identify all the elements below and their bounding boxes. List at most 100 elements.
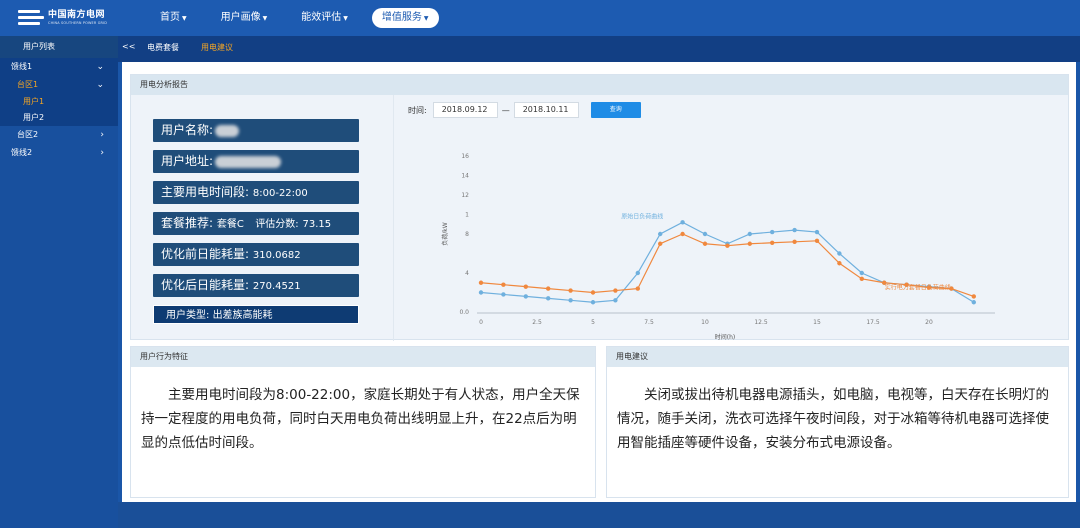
advice-text: 关闭或拔出待机电器电源插头，如电脑，电视等，白天存在长明灯的情况，随手关闭，洗衣… <box>617 387 1049 451</box>
usage-period-row: 主要用电时间段: 8:00-22:00 <box>153 181 359 204</box>
original-load-series-point <box>658 231 663 237</box>
applied-package-load-series-point <box>859 276 864 282</box>
top-nav-bar: 中国南方电网 CHINA SOUTHERN POWER GRID 首页 ▼ 用户画… <box>0 0 1080 36</box>
collapse-sidebar-button[interactable]: << <box>122 36 135 58</box>
original-series-label: 原始日负荷曲线 <box>621 212 663 220</box>
y-tick-label: 0.0 <box>459 309 469 316</box>
applied-package-load-series-point <box>635 286 640 291</box>
sidebar-item-feeder1[interactable]: 馈线1 ⌄ <box>0 58 118 76</box>
y-axis-title: 负荷/kW <box>441 222 449 245</box>
user-type-label: 用户类型: <box>166 310 210 321</box>
date-from-input[interactable]: 2018.09.12 <box>432 102 498 118</box>
applied-package-load-series-point <box>501 282 506 287</box>
sidebar-item-area1[interactable]: 台区1 ⌄ <box>0 76 118 94</box>
original-load-series-point <box>680 220 685 225</box>
applied-package-load-series-point <box>658 241 663 246</box>
logo[interactable]: 中国南方电网 CHINA SOUTHERN POWER GRID <box>18 7 113 29</box>
nav-home[interactable]: 首页 ▼ <box>150 8 197 28</box>
applied-package-load-series-point <box>546 286 551 291</box>
energy-before-value: 310.0682 <box>252 250 301 261</box>
original-load-series-point <box>478 290 484 295</box>
original-load-series-point <box>635 270 640 276</box>
behavior-title: 用户行为特征 <box>131 347 595 367</box>
energy-after-row: 优化后日能耗量: 270.4521 <box>153 274 359 297</box>
sidebar-item-label: 馈线1 <box>11 62 33 71</box>
advice-title: 用电建议 <box>607 347 1068 367</box>
sidebar-item-label: 台区2 <box>17 130 39 139</box>
energy-after-label: 优化后日能耗量: <box>161 278 250 292</box>
user-address-row: 用户地址: <box>153 150 359 173</box>
behavior-text: 主要用电时间段为8:00-22:00，家庭长期处于有人状态，用户全天保持一定程度… <box>141 387 580 451</box>
sidebar-item-feeder2[interactable]: 馈线2 › <box>0 144 118 162</box>
energy-before-label: 优化前日能耗量: <box>161 247 250 261</box>
x-tick-label: 0 <box>479 319 483 326</box>
sidebar-item-user2[interactable]: 用户2 <box>0 110 118 126</box>
original-load-series-point <box>568 298 573 303</box>
y-tick-label: 8 <box>465 231 469 238</box>
original-load-series-point <box>747 231 752 237</box>
usage-period-label: 主要用电时间段: <box>161 185 250 199</box>
range-dash: — <box>501 105 510 115</box>
applied-series-label: 实行电力套餐日负荷曲线 <box>885 284 951 292</box>
x-tick-label: 7.5 <box>644 319 654 326</box>
y-tick-label: 14 <box>461 173 469 180</box>
nav-user-profile-label: 用户画像 <box>220 12 261 23</box>
x-axis-title: 时间(h) <box>715 333 736 341</box>
package-label: 套餐推荐: <box>161 216 214 230</box>
original-load-series-point <box>814 229 820 235</box>
user-name-row: 用户名称: <box>153 119 359 142</box>
sidebar-item-label: 用户1 <box>23 97 45 106</box>
applied-package-load-series-point <box>792 239 797 244</box>
panel-divider <box>393 95 394 341</box>
sidebar: 用户列表 馈线1 ⌄ 台区1 ⌄ 用户1 用户2 台区2 › 馈线2 › <box>0 36 118 528</box>
applied-package-load-series-point <box>613 288 618 293</box>
tabs-bar: << 电费套餐 用电建议 <box>118 36 1080 62</box>
original-load-series-point <box>501 292 506 297</box>
advice-panel: 用电建议 关闭或拔出待机电器电源插头，如电脑，电视等，白天存在长明灯的情况，随手… <box>606 346 1069 498</box>
original-load-series-point <box>792 227 797 233</box>
caret-down-icon: ▼ <box>262 15 268 22</box>
user-type-row: 用户类型: 出差族高能耗 <box>153 305 359 324</box>
logo-subtitle: CHINA SOUTHERN POWER GRID <box>48 20 108 25</box>
date-to-input[interactable]: 2018.10.11 <box>513 102 579 118</box>
chevron-down-icon: ⌄ <box>96 80 104 90</box>
x-tick-label: 15 <box>813 319 821 326</box>
redacted-name <box>215 124 240 137</box>
sidebar-item-user1[interactable]: 用户1 <box>0 94 118 110</box>
sidebar-item-area2[interactable]: 台区2 › <box>0 126 118 144</box>
tab-electricity-package[interactable]: 电费套餐 <box>147 36 179 60</box>
query-button[interactable]: 查询 <box>590 102 641 118</box>
applied-package-load-series-point <box>478 280 484 285</box>
load-curve-chart: 0.0 4 8 1 12 14 16 0 2.5 5 7.5 10 12.5 15 17.5 20 时间(h) 负… <box>441 153 995 341</box>
original-load-series-point <box>523 294 528 299</box>
original-load-series-point <box>837 251 842 256</box>
y-tick-label: 1 <box>465 212 469 219</box>
package-row: 套餐推荐: 套餐C 评估分数: 73.15 <box>153 212 359 235</box>
sidebar-title: 用户列表 <box>0 36 118 58</box>
nav-user-profile[interactable]: 用户画像 ▼ <box>211 8 278 28</box>
report-panel: 用电分析报告 用户名称: 用户地址: 主要用电时间段: 8:00-22:00 套… <box>130 74 1069 341</box>
y-tick-label: 4 <box>465 270 469 277</box>
user-info-list: 用户名称: 用户地址: 主要用电时间段: 8:00-22:00 套餐推荐: 套餐… <box>153 119 359 332</box>
tab-usage-advice[interactable]: 用电建议 <box>201 36 233 60</box>
nav-efficiency-label: 能效评估 <box>301 12 342 23</box>
time-filter: 时间: 2018.09.12 — 2018.10.11 查询 <box>408 102 641 118</box>
behavior-panel: 用户行为特征 主要用电时间段为8:00-22:00，家庭长期处于有人状态，用户全… <box>130 346 596 498</box>
nav-efficiency[interactable]: 能效评估 ▼ <box>291 8 358 28</box>
nav-home-label: 首页 <box>160 12 180 23</box>
original-load-series-point <box>770 229 775 235</box>
score-value: 73.15 <box>302 219 332 230</box>
original-load-series-point <box>613 298 618 303</box>
applied-package-load-series-point <box>770 240 775 245</box>
applied-package-load-series-point <box>702 241 708 246</box>
sidebar-item-label: 用户2 <box>23 113 45 122</box>
score-label: 评估分数: <box>255 219 299 230</box>
footer-bar <box>118 502 1080 528</box>
nav-value-added[interactable]: 增值服务 ▼ <box>371 8 439 28</box>
nav-value-added-label: 增值服务 <box>381 12 422 23</box>
applied-package-load-series-point <box>680 231 685 237</box>
y-tick-label: 16 <box>461 153 469 160</box>
applied-package-load-series-point <box>523 284 528 289</box>
applied-package-load-series-point <box>971 294 976 299</box>
energy-before-row: 优化前日能耗量: 310.0682 <box>153 243 359 266</box>
